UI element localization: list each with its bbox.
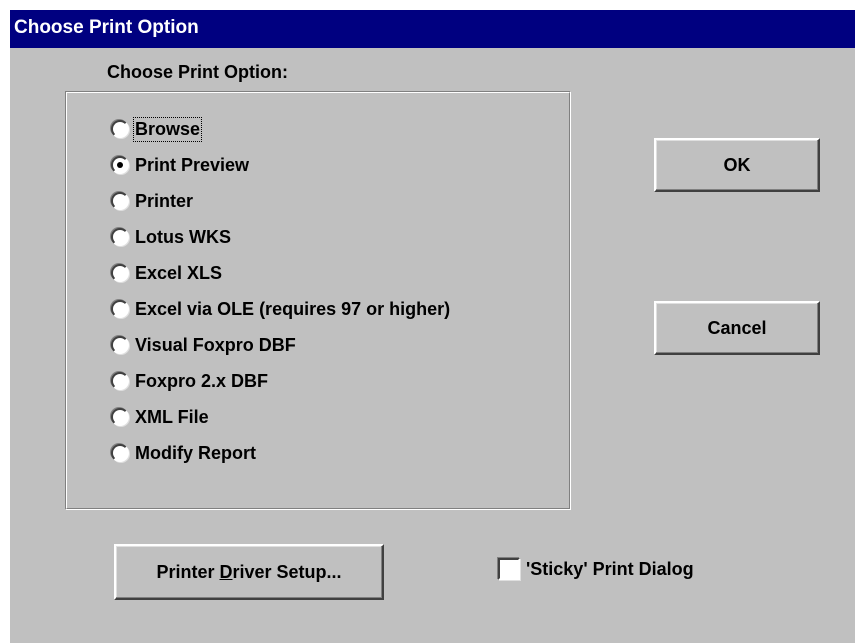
printer-setup-label-prefix: Printer xyxy=(156,561,220,582)
option-label: Excel XLS xyxy=(135,262,223,283)
option-label: Print Preview xyxy=(135,154,250,175)
option-label: Lotus WKS xyxy=(135,226,231,247)
radio-button[interactable] xyxy=(111,408,129,426)
option-lotus-wks[interactable]: Lotus WKS xyxy=(111,224,232,250)
printer-setup-accelerator: D xyxy=(219,561,233,582)
sticky-checkbox[interactable] xyxy=(498,558,520,580)
option-label: XML File xyxy=(135,406,209,427)
option-xml-file[interactable]: XML File xyxy=(111,404,210,430)
option-print-preview[interactable]: Print Preview xyxy=(111,152,250,178)
option-printer[interactable]: Printer xyxy=(111,188,194,214)
radio-button[interactable] xyxy=(111,336,129,354)
window-title: Choose Print Option xyxy=(14,17,199,38)
radio-button[interactable] xyxy=(111,228,129,246)
radio-button[interactable] xyxy=(111,192,129,210)
option-label: Modify Report xyxy=(135,442,256,463)
radio-button[interactable] xyxy=(111,264,129,282)
ok-button[interactable]: OK xyxy=(654,138,820,192)
group-label: Choose Print Option: xyxy=(107,62,288,82)
title-bar[interactable]: Choose Print Option xyxy=(10,10,855,48)
radio-button[interactable] xyxy=(111,444,129,462)
print-option-dialog: Choose Print Option Choose Print Option:… xyxy=(10,10,855,643)
option-label: Printer xyxy=(135,190,194,211)
printer-setup-label-suffix: river Setup... xyxy=(232,561,342,582)
radio-button-selected[interactable] xyxy=(111,156,129,174)
option-browse[interactable]: Browse xyxy=(111,116,203,142)
option-foxpro-2x-dbf[interactable]: Foxpro 2.x DBF xyxy=(111,368,269,394)
option-modify-report[interactable]: Modify Report xyxy=(111,440,257,466)
radio-button[interactable] xyxy=(111,120,129,138)
option-label: Foxpro 2.x DBF xyxy=(135,370,269,391)
cancel-button[interactable]: Cancel xyxy=(654,301,820,355)
radio-button[interactable] xyxy=(111,372,129,390)
option-excel-ole[interactable]: Excel via OLE (requires 97 or higher) xyxy=(111,296,451,322)
radio-button[interactable] xyxy=(111,300,129,318)
sticky-checkbox-label: 'Sticky' Print Dialog xyxy=(526,558,694,579)
option-visual-foxpro-dbf[interactable]: Visual Foxpro DBF xyxy=(111,332,297,358)
printer-driver-setup-button[interactable]: Printer Driver Setup... xyxy=(114,544,384,600)
sticky-print-dialog-option[interactable]: 'Sticky' Print Dialog xyxy=(498,558,694,580)
option-excel-xls[interactable]: Excel XLS xyxy=(111,260,223,286)
option-label: Visual Foxpro DBF xyxy=(135,334,296,355)
option-label: Browse xyxy=(132,116,203,142)
option-label: Excel via OLE (requires 97 or higher) xyxy=(135,298,451,319)
